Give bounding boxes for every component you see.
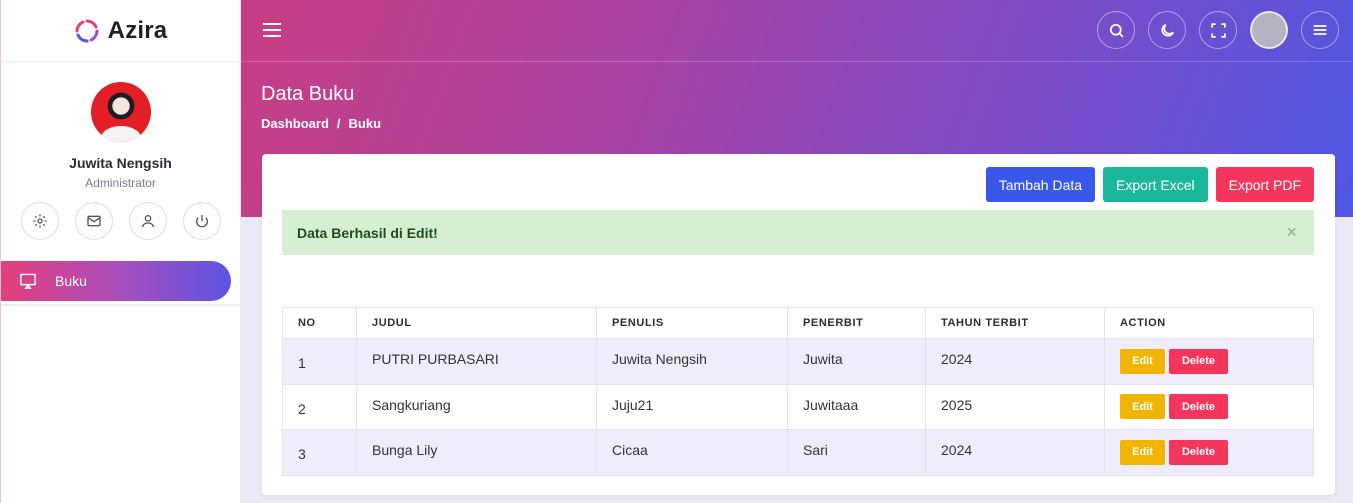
cell-action: Edit Delete bbox=[1104, 429, 1314, 476]
cell-tahun: 2025 bbox=[925, 383, 1105, 430]
table-row: 2 Sangkuriang Juju21 Juwitaaa 2025 Edit D… bbox=[282, 383, 1314, 430]
moon-icon bbox=[1160, 23, 1174, 37]
mail-button[interactable] bbox=[74, 202, 113, 240]
azira-logo-icon bbox=[75, 19, 99, 42]
delete-button[interactable]: Delete bbox=[1169, 348, 1228, 374]
cell-penerbit: Sari bbox=[787, 429, 926, 476]
alert-message: Data Berhasil di Edit! bbox=[297, 224, 438, 241]
breadcrumb-separator: / bbox=[336, 116, 341, 131]
hamburger-icon bbox=[263, 23, 281, 37]
books-table: NO JUDUL PENULIS PENERBIT TAHUN TERBIT A… bbox=[282, 307, 1314, 476]
cell-penerbit: Juwitaaa bbox=[787, 383, 926, 430]
cell-penulis: Cicaa bbox=[596, 429, 788, 476]
col-header-penerbit[interactable]: PENERBIT bbox=[787, 307, 926, 339]
edit-button[interactable]: Edit bbox=[1120, 348, 1165, 374]
sidebar: Azira Juwita Nengsih Administrator Buku bbox=[0, 0, 241, 503]
table-header-row: NO JUDUL PENULIS PENERBIT TAHUN TERBIT A… bbox=[282, 307, 1314, 339]
delete-button[interactable]: Delete bbox=[1169, 394, 1228, 419]
success-alert: Data Berhasil di Edit! × bbox=[282, 210, 1314, 255]
alert-close-button[interactable]: × bbox=[1286, 222, 1297, 243]
avatar bbox=[90, 82, 151, 142]
cell-judul: Sangkuriang bbox=[356, 383, 597, 430]
gear-icon bbox=[32, 214, 47, 228]
edit-button[interactable]: Edit bbox=[1120, 439, 1165, 465]
col-header-penulis[interactable]: PENULIS bbox=[596, 307, 788, 339]
user-icon bbox=[141, 215, 154, 228]
col-header-tahun-terbit[interactable]: TAHUN TERBIT bbox=[925, 307, 1105, 339]
col-header-no[interactable]: NO bbox=[282, 307, 357, 339]
edit-button[interactable]: Edit bbox=[1120, 394, 1165, 419]
export-excel-button[interactable]: Export Excel bbox=[1103, 167, 1208, 202]
cell-action: Edit Delete bbox=[1104, 383, 1314, 430]
search-icon bbox=[1109, 23, 1124, 38]
cell-judul: Bunga Lily bbox=[356, 429, 597, 476]
mail-icon bbox=[86, 215, 101, 227]
hamburger-icon bbox=[1313, 25, 1327, 35]
more-menu-button[interactable] bbox=[1301, 11, 1339, 49]
cell-judul: PUTRI PURBASARI bbox=[356, 338, 597, 385]
divider bbox=[1, 304, 241, 305]
add-data-button[interactable]: Tambah Data bbox=[985, 167, 1096, 202]
cell-no: 2 bbox=[282, 383, 357, 430]
fullscreen-button[interactable] bbox=[1199, 11, 1237, 49]
profile-button[interactable] bbox=[128, 202, 167, 240]
search-button[interactable] bbox=[1097, 11, 1135, 49]
power-icon bbox=[195, 215, 208, 228]
cell-penulis: Juju21 bbox=[596, 383, 788, 430]
menu-toggle-button[interactable] bbox=[262, 20, 282, 45]
data-card: Tambah Data Export Excel Export PDF Data… bbox=[262, 154, 1335, 495]
breadcrumb-current: Buku bbox=[348, 116, 382, 131]
sidebar-item-buku[interactable]: Buku bbox=[1, 261, 231, 301]
app-name: Azira bbox=[107, 16, 168, 44]
user-role: Administrator bbox=[85, 176, 156, 190]
logo[interactable]: Azira bbox=[1, 0, 240, 62]
breadcrumb-dashboard-link[interactable]: Dashboard bbox=[261, 116, 329, 131]
col-header-action: ACTION bbox=[1104, 307, 1314, 339]
cell-no: 1 bbox=[282, 338, 357, 385]
dark-mode-button[interactable] bbox=[1148, 11, 1186, 49]
fullscreen-icon bbox=[1210, 22, 1226, 38]
cell-tahun: 2024 bbox=[925, 338, 1105, 385]
divider bbox=[241, 61, 1353, 62]
table-row: 1 PUTRI PURBASARI Juwita Nengsih Juwita … bbox=[282, 338, 1314, 385]
user-avatar-button[interactable] bbox=[1250, 11, 1288, 49]
user-name: Juwita Nengsih bbox=[69, 155, 172, 171]
logout-button[interactable] bbox=[182, 202, 221, 240]
cell-action: Edit Delete bbox=[1104, 338, 1314, 385]
cell-no: 3 bbox=[282, 429, 357, 476]
settings-button[interactable] bbox=[20, 202, 59, 240]
cell-penerbit: Juwita bbox=[787, 338, 926, 385]
breadcrumb: Dashboard / Buku bbox=[261, 116, 381, 131]
table-row: 3 Bunga Lily Cicaa Sari 2024 Edit Delete bbox=[282, 429, 1314, 476]
monitor-icon bbox=[20, 273, 36, 289]
export-pdf-button[interactable]: Export PDF bbox=[1215, 167, 1314, 202]
cell-penulis: Juwita Nengsih bbox=[596, 338, 788, 385]
col-header-judul[interactable]: JUDUL bbox=[356, 307, 597, 339]
cell-tahun: 2024 bbox=[925, 429, 1105, 476]
delete-button[interactable]: Delete bbox=[1169, 439, 1228, 465]
page-title: Data Buku bbox=[261, 83, 355, 105]
sidebar-item-label: Buku bbox=[55, 273, 87, 289]
